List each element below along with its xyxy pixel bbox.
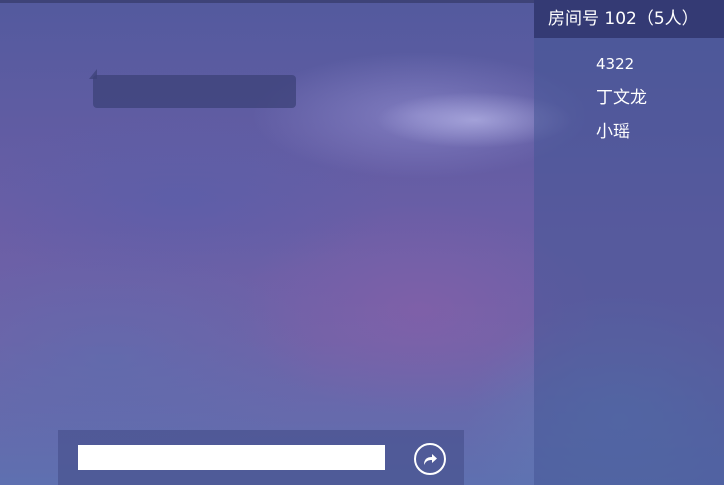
message-input-bar	[58, 430, 464, 485]
member-item[interactable]: 丁文龙	[596, 84, 647, 118]
chat-room-window: 房间号 102（5人） 4322 丁文龙 小瑶	[0, 0, 724, 485]
member-sidebar: 房间号 102（5人） 4322 丁文龙 小瑶	[534, 0, 724, 485]
message-bubble	[93, 75, 296, 108]
member-list: 4322 丁文龙 小瑶	[596, 50, 647, 152]
message-input[interactable]	[78, 445, 385, 470]
top-border	[0, 0, 534, 3]
send-button[interactable]	[414, 443, 446, 475]
share-arrow-icon	[421, 450, 439, 468]
room-title: 房间号 102（5人）	[534, 0, 724, 38]
member-item[interactable]: 4322	[596, 50, 647, 84]
member-item[interactable]: 小瑶	[596, 118, 647, 152]
